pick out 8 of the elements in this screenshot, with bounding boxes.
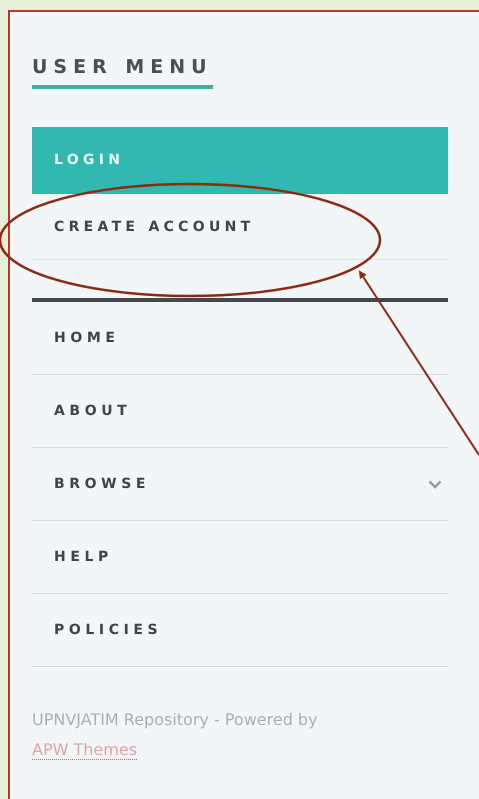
menu-item[interactable]: CREATE ACCOUNT [32, 194, 448, 260]
footer-text: UPNVJATIM Repository - Powered by APW Themes [32, 709, 319, 762]
nav-item[interactable]: POLICIES [32, 594, 448, 667]
nav-item[interactable]: BROWSE [32, 448, 448, 521]
nav-item[interactable]: ABOUT [32, 375, 448, 448]
nav-item[interactable]: HOME [32, 302, 448, 375]
menu-title: USER MENU [32, 56, 213, 89]
nav-item[interactable]: HELP [32, 521, 448, 594]
